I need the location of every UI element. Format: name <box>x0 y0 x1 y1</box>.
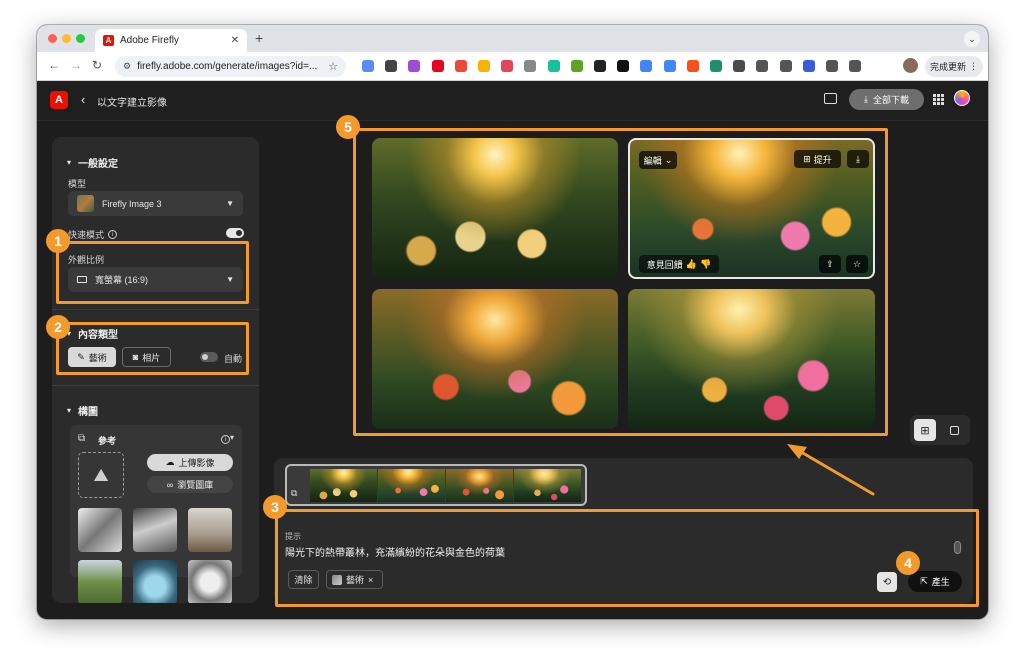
annotation-arrow <box>787 444 875 496</box>
arrow-shaft <box>794 447 875 496</box>
arrow-head <box>787 444 807 459</box>
